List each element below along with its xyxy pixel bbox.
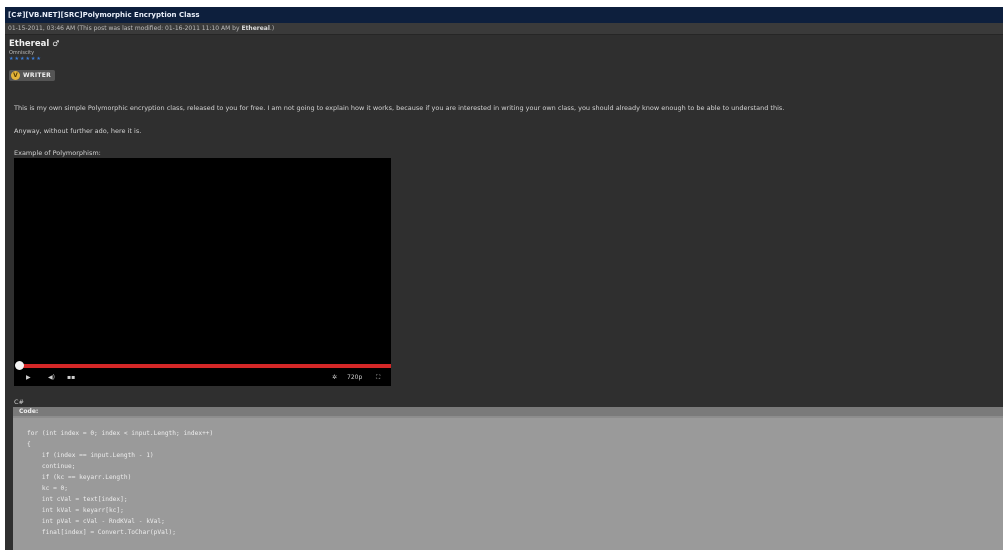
author-name-row: Ethereal ♂ bbox=[9, 38, 1003, 50]
writer-badge-icon: V bbox=[11, 71, 20, 80]
play-icon[interactable]: ▶ bbox=[26, 370, 31, 386]
code-line: if (kc == keyarr.Length) bbox=[27, 474, 132, 481]
author-name[interactable]: Ethereal bbox=[9, 39, 49, 49]
post-paragraph-1: This is my own simple Polymorphic encryp… bbox=[14, 104, 785, 112]
post-modified-suffix: .) bbox=[269, 25, 275, 32]
author-stars-icon: ★★★★★★ bbox=[9, 56, 42, 62]
modified-by-link[interactable]: Ethereal bbox=[241, 25, 269, 32]
time-display-icon: ▪▪ bbox=[67, 374, 76, 381]
video-player[interactable]: ▶ ◀) ▪▪ ✲ 720p ⛶ bbox=[14, 158, 391, 386]
example-label: Example of Polymorphism: bbox=[14, 149, 101, 157]
language-label: C# bbox=[14, 398, 24, 406]
code-line: { bbox=[27, 441, 31, 448]
writer-badge: V WRITER bbox=[9, 70, 56, 81]
video-progress-bar[interactable] bbox=[18, 364, 391, 368]
code-line: continue; bbox=[27, 463, 76, 470]
settings-gear-icon[interactable]: ✲ bbox=[332, 370, 337, 386]
code-line: if (index == input.Length - 1) bbox=[27, 452, 154, 459]
post-modified-note: (This post was last modified: 01-16-2011… bbox=[77, 25, 240, 32]
fullscreen-icon[interactable]: ⛶ bbox=[376, 370, 380, 386]
video-controls: ▶ ◀) ▪▪ ✲ 720p ⛶ bbox=[14, 370, 391, 386]
author-block: Ethereal ♂ Omniscity ★★★★★★ V WRITER bbox=[5, 35, 1003, 81]
gender-icon: ♂ bbox=[52, 39, 60, 48]
thread-title-bar: [C#][VB.NET][SRC]Polymorphic Encryption … bbox=[5, 7, 1003, 23]
code-line: final[index] = Convert.ToChar(pVal); bbox=[27, 529, 177, 536]
code-body[interactable]: for (int index = 0; index < input.Length… bbox=[13, 418, 1003, 550]
post-date-row: 01-15-2011, 03:46 AM (This post was last… bbox=[5, 23, 1003, 35]
post-paragraph-2: Anyway, without further ado, here it is. bbox=[14, 127, 142, 135]
video-scrub-handle[interactable] bbox=[15, 361, 24, 370]
quality-icon[interactable]: 720p bbox=[347, 370, 362, 386]
code-line: int pVal = cVal - RndKVal - kVal; bbox=[27, 518, 165, 525]
code-line: int cVal = text[index]; bbox=[27, 496, 128, 503]
post-container: [C#][VB.NET][SRC]Polymorphic Encryption … bbox=[5, 7, 1003, 550]
code-line: kc = 0; bbox=[27, 485, 68, 492]
code-line: int kVal = keyarr[kc]; bbox=[27, 507, 124, 514]
code-line: for (int index = 0; index < input.Length… bbox=[27, 430, 214, 437]
code-box: Code: for (int index = 0; index < input.… bbox=[13, 407, 1003, 550]
code-header: Code: bbox=[13, 407, 1003, 416]
writer-badge-label: WRITER bbox=[23, 72, 52, 79]
volume-icon[interactable]: ◀) bbox=[48, 370, 55, 386]
post-date: 01-15-2011, 03:46 AM bbox=[8, 25, 76, 32]
thread-title[interactable]: [C#][VB.NET][SRC]Polymorphic Encryption … bbox=[8, 11, 200, 19]
